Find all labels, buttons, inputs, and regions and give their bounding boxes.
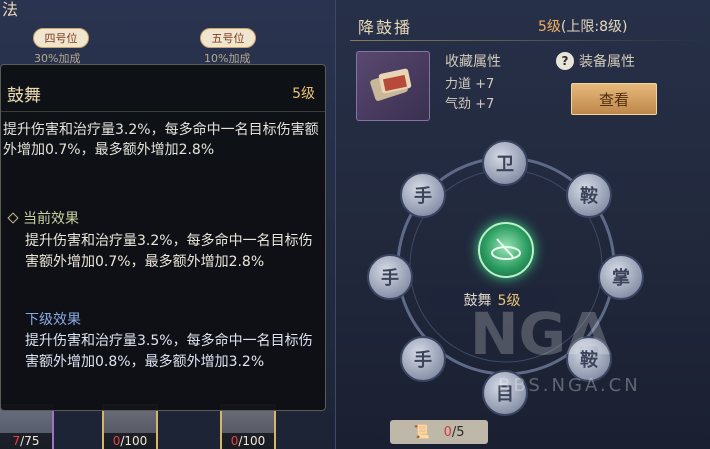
drum-item-icon[interactable] [356,51,430,121]
next-effect-text: 提升伤害和治疗量3.5%，每多命中一名目标伤害额外增加0.8%，最多额外增加3.… [25,333,313,370]
attr-strength: 力道 +7 [445,77,495,92]
material-count: 7/75 [0,433,52,449]
skill-node[interactable]: 手 [400,172,446,218]
watermark-logo: NGA [470,300,612,368]
item-name: 降鼓播 [358,18,413,37]
attr-vigor: 气劲 +7 [445,97,495,112]
view-button[interactable]: 查看 [571,83,657,115]
slot-badge-5[interactable]: 五号位 [200,28,256,48]
skill-node[interactable]: 卫 [482,140,528,186]
skill-node[interactable]: 鞍 [566,172,612,218]
upgrade-cost[interactable]: 📜 0/5 [390,420,488,444]
tooltip-description: 提升伤害和治疗量3.2%，每多命中一名目标伤害额外增加0.7%，最多额外增加2.… [3,122,319,158]
section-title: 法 [2,0,19,19]
current-effect-heading: 当前效果 [7,208,79,228]
tooltip-divider [1,111,325,112]
skill-node[interactable]: 掌 [598,254,644,300]
help-icon[interactable]: ? [556,52,574,70]
panel-divider [350,40,700,41]
diamond-icon [7,212,19,224]
material-count: 0/100 [104,433,156,449]
scroll-icon: 📜 [413,424,430,440]
tooltip-skill-name: 鼓舞 [7,86,41,106]
item-level: 5级(上限:8级) [538,19,628,35]
drum-skill-icon [491,238,521,260]
skill-tooltip: 鼓舞 5级 提升伤害和治疗量3.2%，每多命中一名目标伤害额外增加0.7%，最多… [0,64,326,411]
skill-node[interactable]: 手 [400,336,446,382]
equip-attr-toggle[interactable]: ? 装备属性 [556,51,635,71]
slot-badge-4[interactable]: 四号位 [33,28,89,48]
center-skill-node[interactable] [478,222,534,278]
watermark-url: BBS.NGA.CN [498,375,641,396]
current-effect-text: 提升伤害和治疗量3.2%，每多命中一名目标伤害额外增加0.7%，最多额外增加2.… [25,233,313,270]
next-effect-heading: 下级效果 [25,312,81,328]
material-count: 0/100 [222,433,274,449]
collect-attr-heading: 收藏属性 [445,54,501,70]
tooltip-skill-level: 5级 [292,86,315,102]
skill-node[interactable]: 手 [367,254,413,300]
